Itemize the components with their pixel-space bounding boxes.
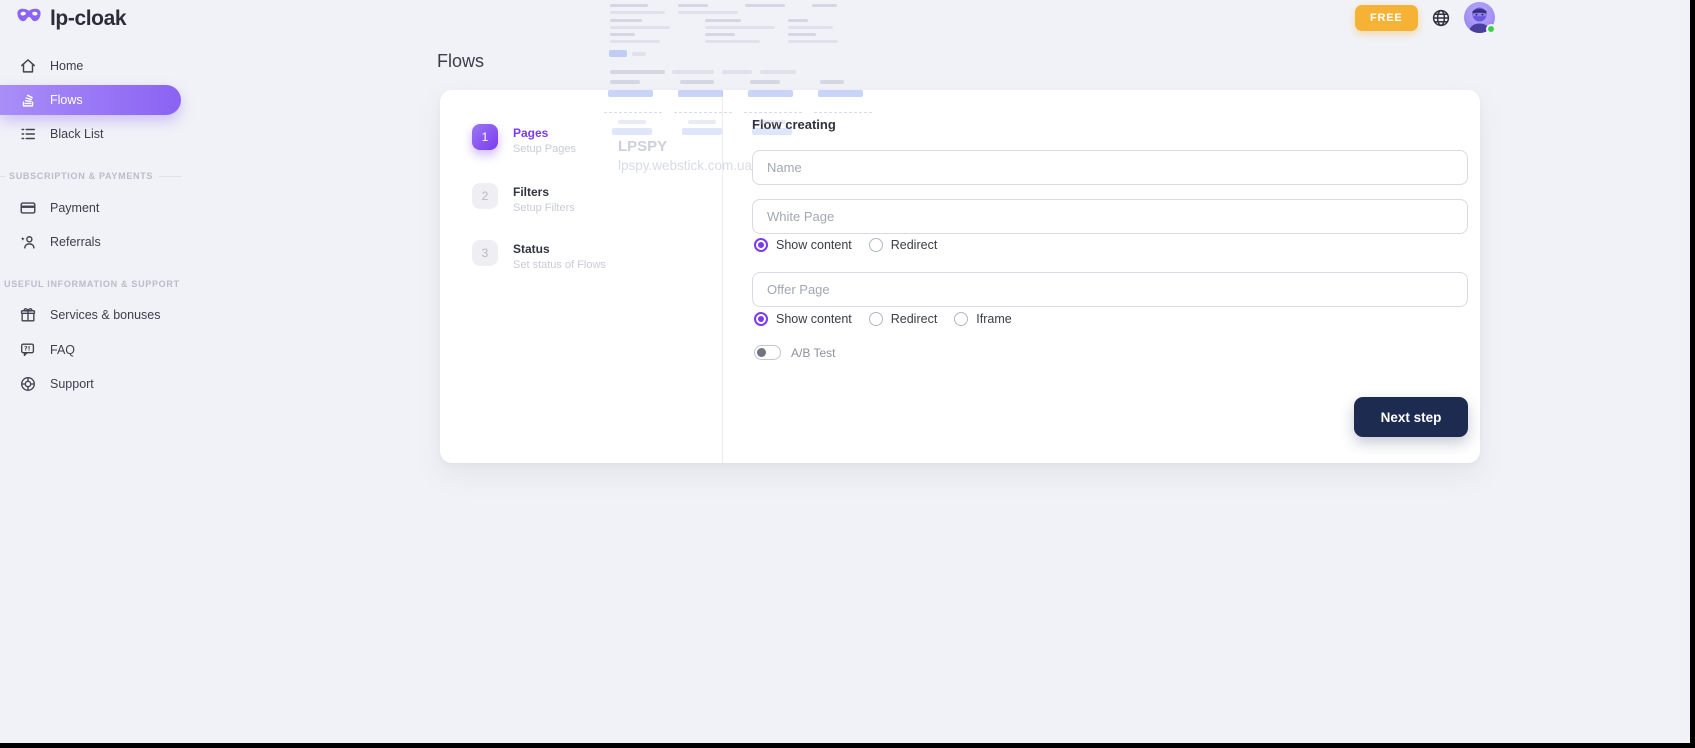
step-subtitle: Setup Filters [513, 202, 575, 214]
radio-unselected-icon[interactable] [869, 312, 883, 326]
sidebar-item-label: Flows [50, 93, 83, 107]
step-number-badge: 1 [472, 124, 498, 150]
sidebar-item-services-bonuses[interactable]: Services & bonuses [0, 300, 181, 330]
radio-option-redirect[interactable]: Redirect [869, 312, 938, 326]
radio-option-show-content[interactable]: Show content [754, 312, 852, 326]
home-icon [18, 57, 37, 76]
ab-test-toggle-row[interactable]: A/B Test [754, 345, 835, 360]
flow-form: Flow creating Show content Redirect Show … [752, 90, 1468, 463]
ab-test-label: A/B Test [791, 346, 835, 360]
wizard-step-status[interactable]: 3 Status Set status of Flows [472, 240, 606, 271]
radio-label: Redirect [891, 312, 938, 326]
sidebar-item-flows[interactable]: Flows [0, 85, 181, 115]
sidebar-item-faq[interactable]: ?! FAQ [0, 335, 181, 365]
radio-label: Show content [776, 238, 852, 252]
user-avatar[interactable] [1464, 2, 1495, 33]
radio-label: Redirect [891, 238, 938, 252]
radio-selected-icon[interactable] [754, 238, 768, 252]
flow-creating-card: 1 Pages Setup Pages 2 Filters Setup Filt… [440, 90, 1480, 463]
radio-option-redirect[interactable]: Redirect [869, 238, 938, 252]
sidebar: lp-cloak Home Flows Black List [0, 0, 181, 748]
referral-user-icon [18, 233, 37, 252]
plan-badge[interactable]: FREE [1355, 5, 1418, 31]
screen-edge-right [1690, 0, 1695, 748]
name-input[interactable] [752, 150, 1468, 185]
mask-icon [16, 6, 42, 31]
sidebar-item-label: Payment [50, 201, 99, 215]
toggle-knob [757, 348, 766, 357]
sidebar-section-support: USEFUL INFORMATION & SUPPORT [0, 279, 181, 289]
radio-option-show-content[interactable]: Show content [754, 238, 852, 252]
step-number-badge: 3 [472, 240, 498, 266]
screen-edge-bottom [0, 743, 1695, 748]
sidebar-item-label: FAQ [50, 343, 75, 357]
step-number-badge: 2 [472, 183, 498, 209]
gift-icon [18, 306, 37, 325]
white-page-radio-group: Show content Redirect [754, 238, 937, 252]
sidebar-item-label: Support [50, 377, 94, 391]
online-status-dot [1486, 24, 1496, 34]
sidebar-item-black-list[interactable]: Black List [0, 119, 181, 149]
next-step-button[interactable]: Next step [1354, 397, 1468, 437]
card-divider [722, 90, 723, 463]
sidebar-item-payment[interactable]: Payment [0, 193, 181, 223]
white-page-input[interactable] [752, 199, 1468, 234]
sidebar-item-support[interactable]: Support [0, 369, 181, 399]
page-title: Flows [437, 51, 484, 72]
step-subtitle: Set status of Flows [513, 259, 606, 271]
ab-test-toggle[interactable] [754, 345, 781, 360]
topbar: FREE [1355, 2, 1495, 33]
lifebuoy-icon [18, 375, 37, 394]
app-name: lp-cloak [50, 7, 126, 31]
radio-option-iframe[interactable]: Iframe [954, 312, 1011, 326]
offer-page-input[interactable] [752, 272, 1468, 307]
offer-page-radio-group: Show content Redirect Iframe [754, 312, 1012, 326]
radio-label: Show content [776, 312, 852, 326]
wizard-step-pages[interactable]: 1 Pages Setup Pages [472, 124, 576, 155]
radio-label: Iframe [976, 312, 1011, 326]
radio-selected-icon[interactable] [754, 312, 768, 326]
sidebar-section-subscription: SUBSCRIPTION & PAYMENTS [0, 171, 181, 181]
sidebar-item-home[interactable]: Home [0, 51, 181, 81]
list-icon [18, 125, 37, 144]
wizard-step-filters[interactable]: 2 Filters Setup Filters [472, 183, 575, 214]
language-globe-icon[interactable] [1431, 8, 1451, 28]
app-logo[interactable]: lp-cloak [16, 6, 126, 31]
credit-card-icon [18, 199, 37, 218]
radio-unselected-icon[interactable] [954, 312, 968, 326]
step-title: Status [513, 240, 606, 256]
svg-text:?!: ?! [24, 346, 31, 353]
sidebar-item-referrals[interactable]: Referrals [0, 227, 181, 257]
step-title: Pages [513, 124, 576, 140]
radio-unselected-icon[interactable] [869, 238, 883, 252]
sidebar-item-label: Black List [50, 127, 104, 141]
sidebar-item-label: Services & bonuses [50, 308, 160, 322]
step-subtitle: Setup Pages [513, 143, 576, 155]
faq-chat-icon: ?! [18, 341, 37, 360]
sidebar-item-label: Home [50, 59, 83, 73]
step-title: Filters [513, 183, 575, 199]
form-title: Flow creating [752, 117, 836, 132]
flows-icon [18, 91, 37, 110]
sidebar-item-label: Referrals [50, 235, 101, 249]
